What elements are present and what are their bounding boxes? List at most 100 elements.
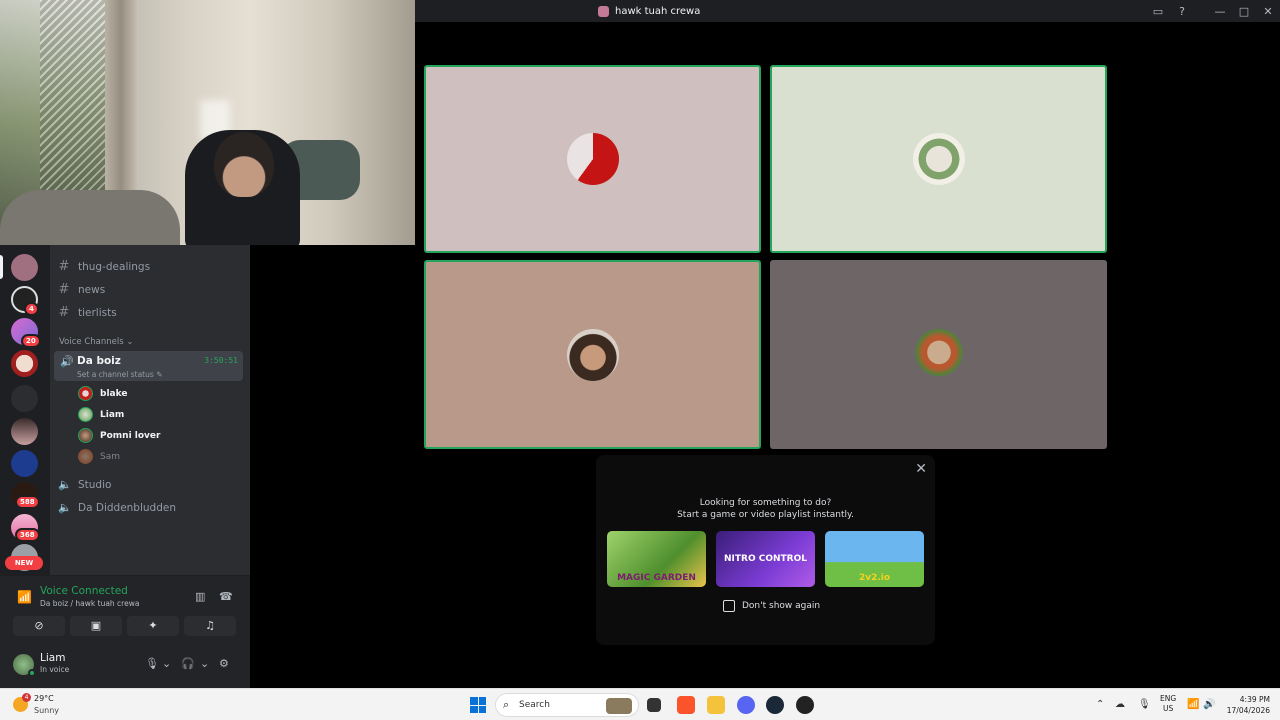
prompt-subtitle: Start a game or video playlist instantly…	[677, 510, 854, 520]
temperature[interactable]: 29°C	[34, 694, 54, 703]
video-tile-2[interactable]	[770, 65, 1107, 253]
pencil-icon: ✎	[156, 370, 163, 379]
channel-name: thug-dealings	[78, 260, 151, 273]
chevron-up-icon[interactable]: ⌃	[1096, 699, 1104, 710]
search-label: Search	[519, 700, 550, 710]
search-highlight-image	[606, 698, 632, 714]
voice-status[interactable]: Voice Connected	[40, 585, 128, 597]
taskbar: 4 29°C Sunny ⌕ Search ⌃ ☁ 🎙 ENG US 📶 🔊 4…	[0, 688, 1280, 720]
input-language[interactable]: ENG US	[1160, 694, 1176, 714]
microphone-icon[interactable]: 🎙	[145, 657, 159, 670]
volume-icon[interactable]: 🔊	[1203, 699, 1215, 710]
server-icon[interactable]	[11, 418, 38, 445]
soundboard-button[interactable]: ♫	[184, 616, 236, 636]
voice-location[interactable]: Da boiz / hawk tuah crewa	[40, 599, 139, 608]
status-placeholder: Set a channel status	[77, 370, 154, 379]
minimize-button[interactable]: —	[1208, 5, 1232, 18]
wifi-icon[interactable]: 📶	[1187, 699, 1199, 710]
lang-line-1: ENG	[1160, 694, 1177, 703]
selected-server-indicator	[0, 255, 3, 279]
hash-icon: #	[58, 305, 70, 320]
chevron-down-icon[interactable]: ⌄	[162, 657, 171, 670]
lang-line-2: US	[1162, 704, 1174, 713]
voice-member-pomni-lover[interactable]: Pomni lover	[78, 428, 160, 443]
voice-channel-studio[interactable]: 🔈 Studio	[58, 478, 111, 491]
close-icon[interactable]: ✕	[915, 461, 927, 477]
voice-member-sam[interactable]: Sam	[78, 449, 120, 464]
server-icon[interactable]	[11, 254, 38, 281]
help-icon[interactable]: ?	[1170, 5, 1194, 18]
maximize-button[interactable]: □	[1232, 5, 1256, 18]
server-icon	[598, 5, 609, 17]
microphone-tray-icon[interactable]: 🎙	[1138, 699, 1151, 710]
voice-channel-da-boiz[interactable]: 🔊 Da boiz 3:50:51 Set a channel status ✎	[54, 351, 243, 381]
soundboard-icon: ♫	[205, 619, 215, 632]
discord-icon[interactable]	[737, 696, 755, 714]
unread-badge: 368	[15, 528, 40, 542]
signal-icon[interactable]: 📶	[17, 590, 32, 604]
app-icon[interactable]	[796, 696, 814, 714]
voice-channel-name: Da boiz	[77, 355, 121, 367]
avatar	[78, 449, 93, 464]
channel-news[interactable]: # news	[58, 282, 106, 297]
server-rail: 4 20 588 368 NEW	[0, 245, 50, 575]
camera-off-icon: ⊘	[34, 619, 44, 632]
screen-share-button[interactable]: ▣	[70, 616, 122, 636]
activities-icon: ✦	[148, 619, 158, 632]
taskbar-search[interactable]: ⌕ Search	[495, 693, 639, 717]
noise-suppression-icon[interactable]: ▥	[195, 590, 205, 603]
couch-scene	[0, 190, 180, 245]
file-explorer-icon[interactable]	[707, 696, 725, 714]
hash-icon: #	[58, 259, 70, 274]
window-title-text: hawk tuah crewa	[615, 5, 701, 17]
dont-show-label: Don't show again	[742, 601, 821, 611]
activity-title: NITRO CONTROL	[724, 554, 807, 564]
username[interactable]: Liam	[40, 652, 65, 664]
unread-badge: 588	[15, 495, 40, 509]
channel-thug-dealings[interactable]: # thug-dealings	[58, 259, 151, 274]
channel-status-input[interactable]: Set a channel status ✎	[77, 370, 162, 379]
inbox-icon[interactable]: ▭	[1146, 5, 1170, 18]
avatar	[78, 428, 93, 443]
activities-button[interactable]: ✦	[127, 616, 179, 636]
clock[interactable]: 4:39 PM 17/04/2026	[1222, 694, 1270, 716]
camera-off-button[interactable]: ⊘	[13, 616, 65, 636]
member-name: Sam	[100, 451, 120, 462]
network-tray-icon[interactable]: ☁	[1115, 699, 1125, 710]
server-icon[interactable]	[11, 450, 38, 477]
participant-avatar	[566, 133, 619, 185]
voice-member-blake[interactable]: blake	[78, 386, 127, 401]
voice-channel-da-diddenbludden[interactable]: 🔈 Da Diddenbludden	[58, 501, 176, 514]
settings-icon[interactable]: ⚙	[219, 657, 229, 670]
user-panel: Liam In voice 🎙 ⌄ 🎧 ⌄ ⚙	[0, 643, 250, 688]
hash-icon: #	[58, 282, 70, 297]
weather-badge: 4	[22, 693, 31, 702]
disconnect-icon[interactable]: ☎	[219, 590, 233, 603]
windows-start-icon[interactable]	[470, 697, 486, 713]
activity-nitro-control[interactable]: NITRO CONTROL	[716, 531, 815, 587]
activity-magic-garden[interactable]: MAGIC GARDEN	[607, 531, 706, 587]
title-bar: hawk tuah crewa ▭ ? — □ ✕	[415, 0, 1280, 22]
folder-icon[interactable]	[11, 385, 38, 412]
video-tile-3[interactable]	[424, 260, 761, 449]
activity-2v2[interactable]: 2v2.io	[825, 531, 924, 587]
steam-icon[interactable]	[766, 696, 784, 714]
voice-member-liam[interactable]: Liam	[78, 407, 124, 422]
member-name: Liam	[100, 409, 125, 420]
channel-tierlists[interactable]: # tierlists	[58, 305, 117, 320]
close-window-button[interactable]: ✕	[1256, 5, 1280, 18]
task-view-icon[interactable]	[647, 698, 661, 712]
chevron-down-icon[interactable]: ⌄	[200, 657, 209, 670]
weather-condition[interactable]: Sunny	[34, 706, 59, 715]
activity-title: MAGIC GARDEN	[617, 573, 696, 583]
participant-avatar	[566, 328, 619, 381]
server-icon[interactable]	[11, 350, 38, 377]
new-badge: NEW	[5, 556, 43, 570]
unread-badge: 4	[24, 302, 39, 316]
brave-browser-icon[interactable]	[677, 696, 695, 714]
video-tile-1[interactable]	[424, 65, 761, 253]
video-tile-4[interactable]	[770, 260, 1107, 449]
headphones-icon[interactable]: 🎧	[181, 657, 195, 670]
dont-show-checkbox[interactable]	[723, 600, 735, 612]
voice-channels-header[interactable]: Voice Channels ⌄	[59, 337, 133, 347]
